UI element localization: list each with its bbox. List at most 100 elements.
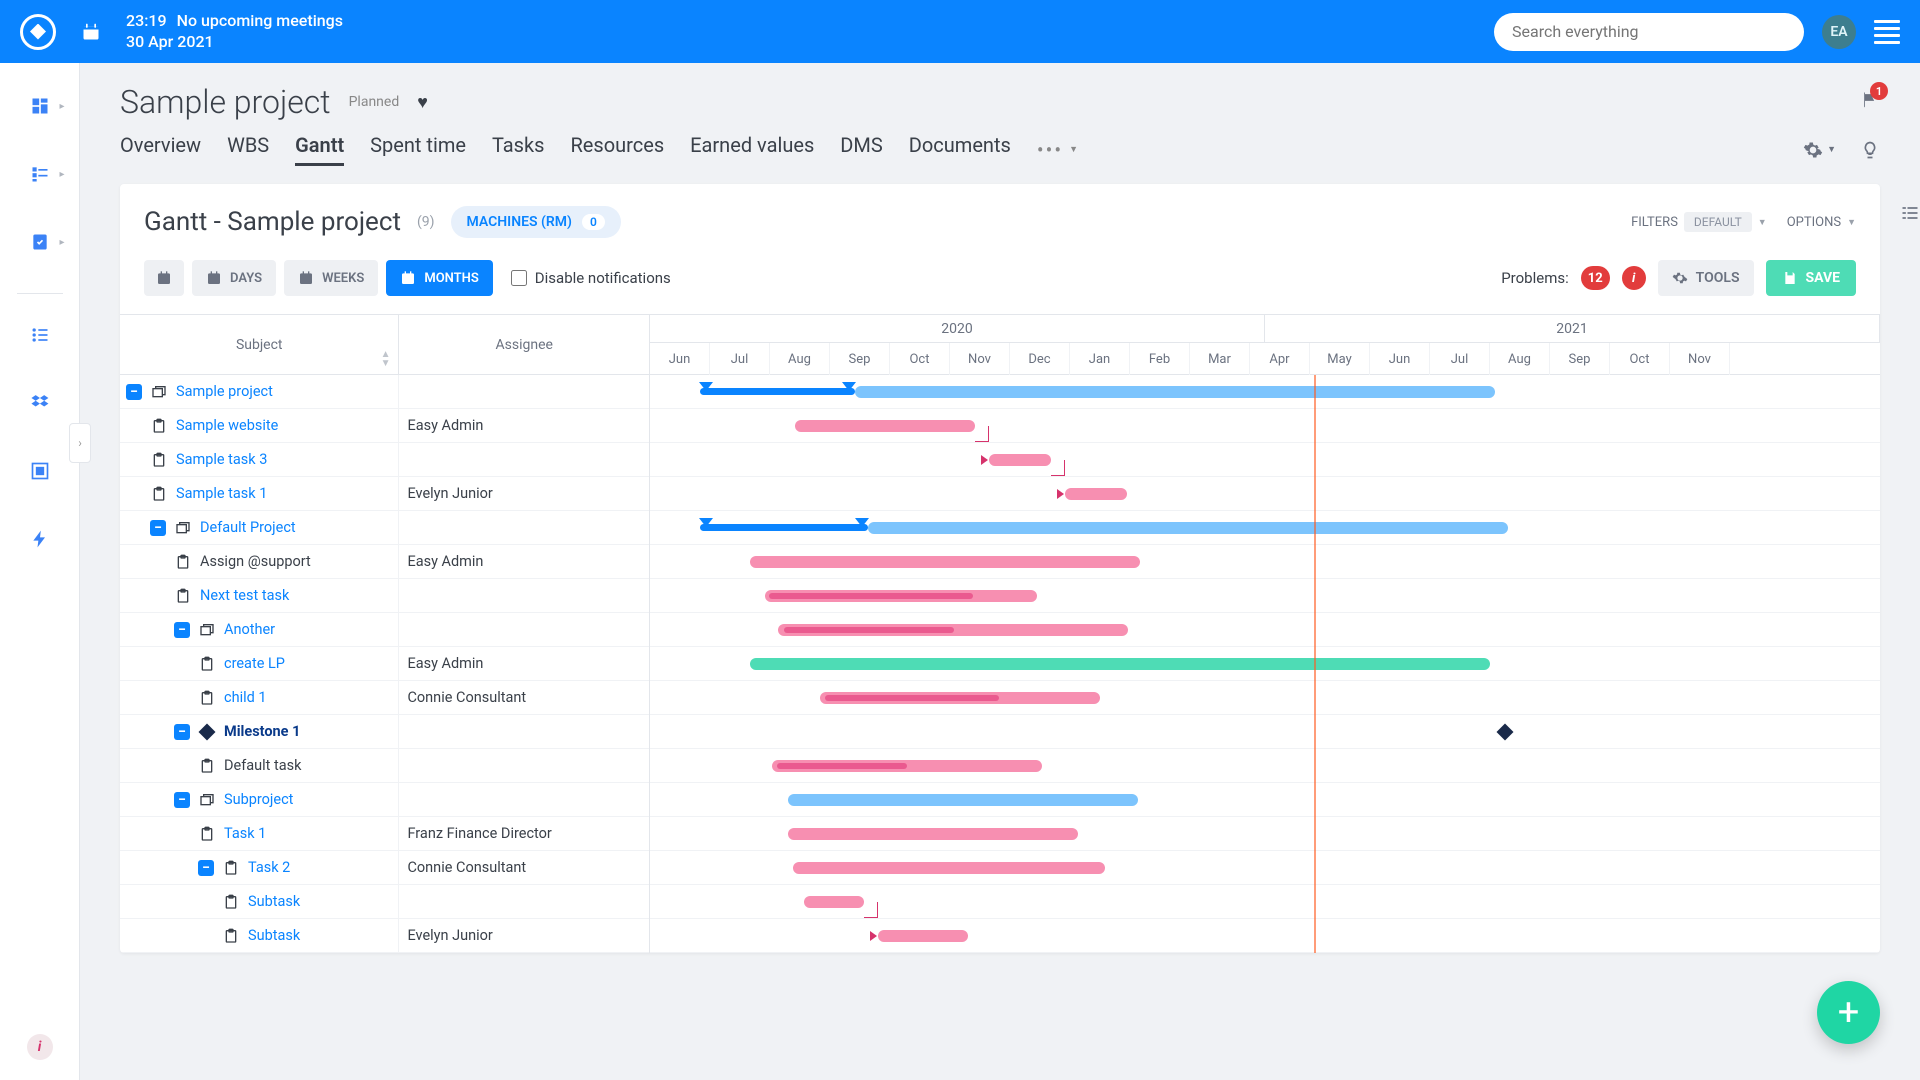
row-label[interactable]: Sample website [176, 417, 278, 434]
sidebar-dashboard[interactable]: ▸ [17, 83, 63, 129]
chart-row[interactable] [650, 647, 1880, 681]
sidebar-tasks[interactable]: ▸ [17, 219, 63, 265]
table-row[interactable]: SubtaskEvelyn Junior [120, 919, 649, 953]
favorite-icon[interactable]: ♥ [417, 92, 428, 113]
gantt-bar[interactable] [700, 524, 868, 531]
tab-tasks[interactable]: Tasks [492, 133, 545, 166]
row-label[interactable]: Task 1 [224, 825, 266, 842]
column-assignee[interactable]: Assignee [399, 315, 649, 374]
table-row[interactable]: child 1Connie Consultant [120, 681, 649, 715]
gantt-bar[interactable] [750, 556, 1140, 568]
row-label[interactable]: Another [224, 621, 275, 638]
row-label[interactable]: Subproject [224, 791, 293, 808]
table-row[interactable]: − Another [120, 613, 649, 647]
chart-row[interactable] [650, 375, 1880, 409]
row-label[interactable]: Next test task [200, 587, 289, 604]
table-row[interactable]: Assign @supportEasy Admin [120, 545, 649, 579]
zoom-today-button[interactable] [144, 260, 184, 296]
chart-row[interactable] [650, 783, 1880, 817]
chart-row[interactable] [650, 749, 1880, 783]
chart-row[interactable] [650, 443, 1880, 477]
gantt-bar[interactable] [825, 695, 999, 701]
notifications-flag[interactable]: 1 [1860, 90, 1880, 114]
expander-icon[interactable]: − [174, 622, 190, 638]
tabs-more-button[interactable]: ••• ▼ [1037, 138, 1080, 162]
row-label[interactable]: Default Project [200, 519, 296, 536]
chart-row[interactable] [650, 579, 1880, 613]
chart-row[interactable] [650, 545, 1880, 579]
hints-icon[interactable] [1860, 140, 1880, 160]
problems-count-badge[interactable]: 12 [1581, 266, 1610, 290]
gantt-bar[interactable] [793, 862, 1105, 874]
avatar[interactable]: EA [1822, 15, 1856, 49]
chart-row[interactable] [650, 715, 1880, 749]
table-row[interactable]: Sample task 1Evelyn Junior [120, 477, 649, 511]
tab-dms[interactable]: DMS [840, 133, 882, 166]
sidebar-list[interactable] [17, 312, 63, 358]
tab-resources[interactable]: Resources [570, 133, 664, 166]
table-row[interactable]: −Milestone 1 [120, 715, 649, 749]
chart-row[interactable] [650, 681, 1880, 715]
gantt-bar[interactable] [989, 454, 1051, 466]
menu-icon[interactable] [1874, 20, 1900, 44]
search-box[interactable] [1494, 13, 1804, 51]
tools-button[interactable]: TOOLS [1658, 260, 1754, 296]
options-button[interactable]: OPTIONS ▼ [1787, 215, 1856, 230]
quick-tasks-icon[interactable] [1900, 203, 1920, 228]
gantt-chart[interactable]: 20202021 JunJulAugSepOctNovDecJanFebMarA… [650, 315, 1880, 953]
search-input[interactable] [1512, 22, 1786, 41]
gantt-bar[interactable] [777, 763, 907, 769]
table-row[interactable]: Sample websiteEasy Admin [120, 409, 649, 443]
table-row[interactable]: −Task 2Connie Consultant [120, 851, 649, 885]
filters-button[interactable]: FILTERS DEFAULT ▼ [1631, 212, 1767, 232]
table-row[interactable]: − Subproject [120, 783, 649, 817]
milestone-diamond[interactable] [1497, 724, 1514, 741]
zoom-months-button[interactable]: MONTHS [386, 260, 492, 296]
expander-icon[interactable]: − [126, 384, 142, 400]
row-label[interactable]: create LP [224, 655, 285, 672]
tab-spent-time[interactable]: Spent time [370, 133, 466, 166]
gantt-bar[interactable] [700, 388, 855, 395]
save-button[interactable]: SAVE [1766, 260, 1857, 296]
chart-row[interactable] [650, 817, 1880, 851]
row-label[interactable]: Task 2 [248, 859, 290, 876]
table-row[interactable]: Sample task 3 [120, 443, 649, 477]
gantt-bar[interactable] [1065, 488, 1127, 500]
gantt-bar[interactable] [868, 522, 1508, 534]
sidebar-dropbox[interactable] [17, 380, 63, 426]
table-row[interactable]: Subtask [120, 885, 649, 919]
table-row[interactable]: Task 1Franz Finance Director [120, 817, 649, 851]
tab-earned-values[interactable]: Earned values [690, 133, 814, 166]
settings-icon[interactable]: ▼ [1803, 140, 1836, 160]
table-row[interactable]: create LPEasy Admin [120, 647, 649, 681]
row-label[interactable]: Subtask [248, 893, 300, 910]
tab-gantt[interactable]: Gantt [295, 133, 344, 166]
chart-row[interactable] [650, 885, 1880, 919]
expander-icon[interactable]: − [174, 792, 190, 808]
tab-documents[interactable]: Documents [909, 133, 1011, 166]
gantt-bar[interactable] [750, 658, 1490, 670]
sidebar-templates[interactable] [17, 448, 63, 494]
gantt-bar[interactable] [855, 386, 1495, 398]
zoom-weeks-button[interactable]: WEEKS [284, 260, 378, 296]
add-fab-button[interactable]: + [1817, 981, 1880, 1044]
sidebar-projects[interactable]: ▸ [17, 151, 63, 197]
row-label[interactable]: child 1 [224, 689, 267, 706]
expander-icon[interactable]: − [150, 520, 166, 536]
tab-wbs[interactable]: WBS [227, 133, 269, 166]
row-label[interactable]: Sample project [176, 383, 273, 400]
gantt-bar[interactable] [804, 896, 864, 908]
disable-notifications-input[interactable] [511, 270, 527, 286]
gantt-bar[interactable] [788, 828, 1078, 840]
tab-overview[interactable]: Overview [120, 133, 201, 166]
sidebar-power[interactable] [17, 516, 63, 562]
machines-pill[interactable]: MACHINES (RM) 0 [451, 206, 621, 238]
gantt-bar[interactable] [784, 627, 954, 633]
disable-notifications-checkbox[interactable]: Disable notifications [511, 269, 671, 287]
table-row[interactable]: Next test task [120, 579, 649, 613]
problems-info-icon[interactable]: i [1622, 266, 1646, 290]
chart-row[interactable] [650, 477, 1880, 511]
sidebar-info-icon[interactable]: i [27, 1034, 53, 1060]
table-row[interactable]: Default task [120, 749, 649, 783]
chart-row[interactable] [650, 919, 1880, 953]
